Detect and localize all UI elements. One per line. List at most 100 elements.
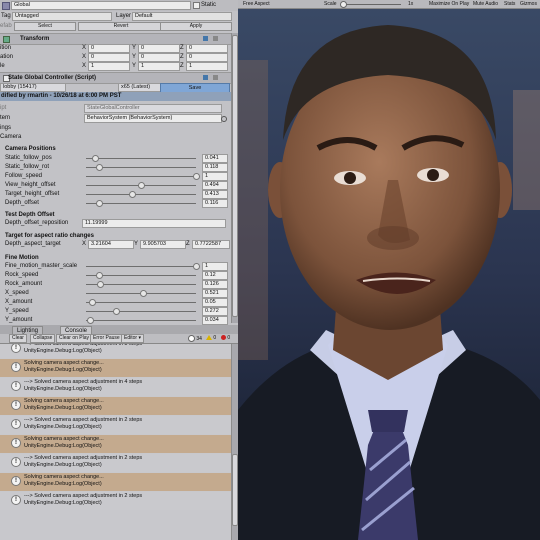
slider-track[interactable] [86, 311, 196, 312]
aspect-dropdown[interactable]: Free Aspect [241, 0, 272, 8]
slider-knob[interactable] [138, 182, 145, 189]
slider-value-field[interactable]: 0.034 [202, 316, 228, 325]
transform-x-field[interactable]: 0 [88, 44, 130, 53]
log-text: ---> Solved camera aspect adjustment in … [24, 455, 142, 469]
mute-audio-toggle[interactable]: Mute Audio [471, 0, 500, 8]
log-entry[interactable]: ! ---> Solved camera aspect adjustment in… [0, 416, 232, 434]
slider-value-field[interactable]: 0.041 [202, 154, 228, 163]
warning-icon [206, 335, 212, 341]
stats-toggle[interactable]: Stats [502, 0, 517, 8]
log-message: Solving camera aspect change... [24, 436, 104, 442]
slider-label: Rock_amount [5, 281, 43, 287]
slider-knob[interactable] [129, 191, 136, 198]
transform-y-field[interactable]: 0 [138, 44, 180, 53]
gear-icon[interactable] [213, 75, 218, 80]
transform-y-field[interactable]: 1 [138, 62, 180, 71]
tag-dropdown[interactable]: Untagged [12, 12, 112, 21]
object-name-field[interactable]: Global [11, 1, 191, 10]
transform-x-field[interactable]: 1 [88, 62, 130, 71]
layer-dropdown[interactable]: Default [132, 12, 232, 21]
warning-count[interactable]: 0 [206, 335, 216, 342]
slider-knob[interactable] [96, 164, 103, 171]
clear-on-play-button[interactable]: Clear on Play [56, 334, 93, 343]
gear-icon[interactable] [213, 36, 218, 41]
aspect-z-field[interactable]: 0.7722587 [192, 240, 230, 249]
slider-knob[interactable] [113, 308, 120, 315]
info-icon: ! [11, 495, 21, 505]
error-pause-button[interactable]: Error Pause [90, 334, 123, 343]
slider-value-field[interactable]: 0.12 [202, 271, 228, 280]
log-entry[interactable]: ! ---> Solved camera aspect adjustment in… [0, 454, 232, 472]
log-entry[interactable]: ! Solving camera aspect change... UnityEng… [0, 435, 232, 453]
scale-slider-knob[interactable] [340, 1, 347, 8]
settings-label: ings [0, 125, 12, 131]
help-icon[interactable] [203, 75, 208, 80]
slider-knob[interactable] [89, 299, 96, 306]
scale-slider[interactable] [341, 4, 401, 5]
prefab-select-button[interactable]: Select [14, 22, 76, 31]
inspector-scrollbar[interactable] [231, 33, 238, 323]
slider-value-field[interactable]: 0.126 [202, 280, 228, 289]
prefab-revert-button[interactable]: Revert [78, 22, 164, 31]
slider-track[interactable] [86, 158, 196, 159]
slider-track[interactable] [86, 176, 196, 177]
log-entry[interactable]: ! ---> Solved camera aspect adjustment in… [0, 344, 232, 358]
slider-value-field[interactable]: 0.116 [202, 199, 228, 208]
slider-value-field[interactable]: 0.272 [202, 307, 228, 316]
log-entry[interactable]: ! Solving camera aspect change... UnityEng… [0, 359, 232, 377]
log-entry[interactable]: ! ---> Solved camera aspect adjustment in… [0, 492, 232, 510]
slider-value-field[interactable]: 0.118 [202, 163, 228, 172]
slider-knob[interactable] [193, 263, 200, 270]
slider-knob[interactable] [97, 281, 104, 288]
scale-label: Scale [324, 1, 337, 7]
slider-track[interactable] [86, 266, 196, 267]
object-header: Global Static [0, 0, 238, 11]
slider-track[interactable] [86, 194, 196, 195]
aspect-x-field[interactable]: 3.21604 [88, 240, 134, 249]
version-dropdown[interactable]: lobby (15417) [0, 83, 66, 92]
maximize-on-play-toggle[interactable]: Maximize On Play [427, 0, 471, 8]
editor-dropdown[interactable]: Editor ▾ [121, 334, 144, 343]
slider-knob[interactable] [96, 200, 103, 207]
transform-y-field[interactable]: 0 [138, 53, 180, 62]
console-scrollbar[interactable] [231, 344, 238, 540]
log-source: UnityEngine.Debug:Log(Object) [24, 462, 102, 468]
slider-value-field[interactable]: 0.494 [202, 181, 228, 190]
clear-button[interactable]: Clear [9, 334, 27, 343]
transform-x-field[interactable]: 0 [88, 53, 130, 62]
depth-offset-reposition-field[interactable]: 11.19999 [82, 219, 226, 228]
slider-track[interactable] [86, 320, 196, 321]
game-view[interactable] [238, 0, 540, 540]
static-checkbox[interactable] [193, 2, 200, 9]
test-depth-title: Test Depth Offset [5, 212, 55, 218]
object-picker-icon[interactable] [221, 116, 227, 122]
slider-track[interactable] [86, 302, 196, 303]
gizmos-dropdown[interactable]: Gizmos [518, 0, 539, 8]
slider-knob[interactable] [193, 173, 200, 180]
prefab-apply-button[interactable]: Apply [160, 22, 232, 31]
slider-knob[interactable] [96, 272, 103, 279]
slider-value-field[interactable]: 0.521 [202, 289, 228, 298]
log-entry[interactable]: ! ---> Solved camera aspect adjustment in… [0, 378, 232, 396]
transform-z-field[interactable]: 1 [186, 62, 228, 71]
aspect-y-field[interactable]: 9.905703 [140, 240, 186, 249]
slider-value-field[interactable]: 1 [202, 262, 228, 271]
branch-dropdown[interactable]: x65 (Latest) [118, 83, 162, 92]
game-render-image [238, 0, 540, 540]
slider-value-field[interactable]: 0.413 [202, 190, 228, 199]
log-entry[interactable]: ! Solving camera aspect change... UnityEng… [0, 473, 232, 491]
tag-label: Tag [1, 13, 11, 19]
system-field[interactable]: BehaviorSystem (BehaviorSystem) [84, 114, 222, 123]
slider-knob[interactable] [92, 155, 99, 162]
transform-z-field[interactable]: 0 [186, 53, 228, 62]
slider-value-field[interactable]: 0.05 [202, 298, 228, 307]
slider-value-field[interactable]: 1 [202, 172, 228, 181]
slider-knob[interactable] [140, 290, 147, 297]
transform-z-field[interactable]: 0 [186, 44, 228, 53]
slider-knob[interactable] [87, 317, 94, 324]
help-icon[interactable] [203, 36, 208, 41]
collapse-button[interactable]: Collapse [30, 334, 56, 343]
error-count[interactable]: 0 [221, 335, 230, 342]
log-entry[interactable]: ! Solving camera aspect change... UnityEng… [0, 397, 232, 415]
info-count[interactable]: 34 [188, 335, 202, 342]
